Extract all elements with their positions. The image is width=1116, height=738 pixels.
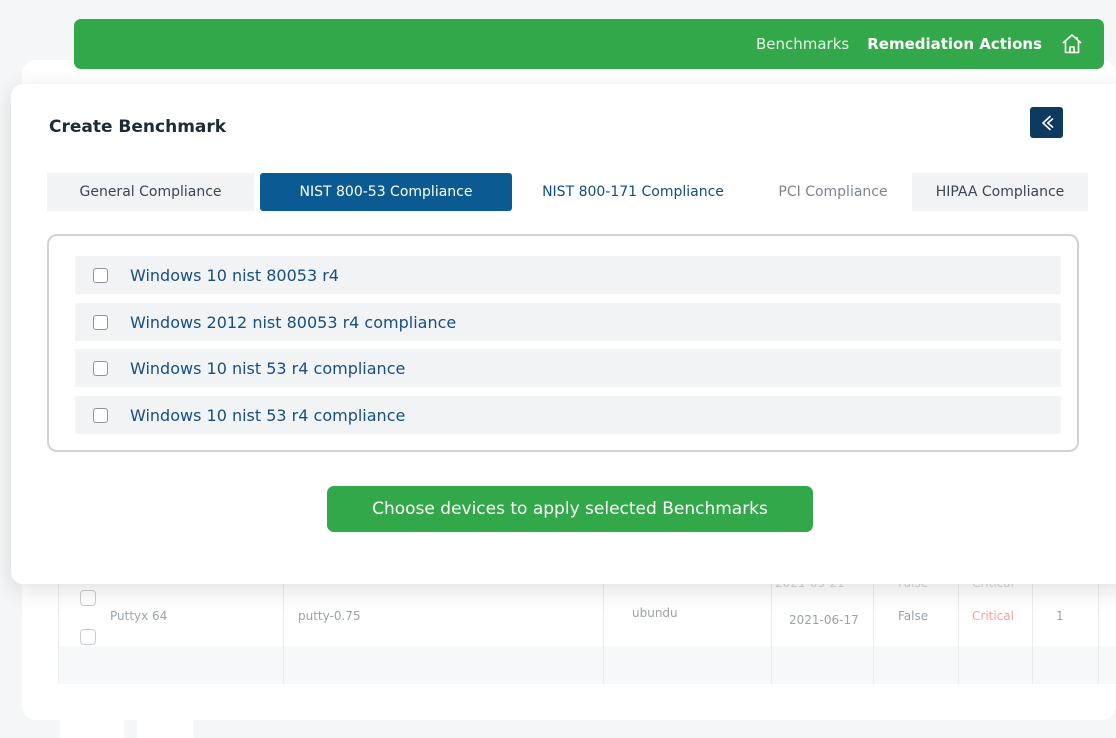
collapse-panel-button[interactable] [1030, 107, 1063, 138]
benchmark-checkbox[interactable] [93, 267, 108, 283]
column-divider [873, 584, 874, 684]
benchmark-checkbox[interactable] [93, 314, 108, 330]
table-cell-name: Puttyx 64 [110, 609, 168, 623]
benchmark-checkbox[interactable] [93, 407, 108, 423]
benchmark-label: Windows 10 nist 53 r4 compliance [130, 358, 406, 378]
top-navigation-bar: Benchmarks Remediation Actions [74, 19, 1104, 69]
table-cell-os: ubundu [632, 606, 678, 620]
chevron-left-icon [1041, 115, 1053, 130]
benchmark-list: Windows 10 nist 80053 r4 Windows 2012 ni… [47, 234, 1079, 452]
list-item[interactable]: Windows 2012 nist 80053 r4 compliance [75, 303, 1061, 341]
column-divider [58, 584, 59, 684]
table-cell-package: putty-0.75 [298, 609, 361, 623]
home-icon[interactable] [1060, 32, 1084, 56]
tab-pci-compliance[interactable]: PCI Compliance [754, 173, 912, 211]
nav-remediation-actions-link[interactable]: Remediation Actions [867, 35, 1042, 53]
column-divider [603, 584, 604, 684]
modal-title: Create Benchmark [49, 117, 227, 137]
tab-nist-800-53-compliance[interactable]: NIST 800-53 Compliance [260, 173, 512, 211]
benchmark-label: Windows 2012 nist 80053 r4 compliance [130, 312, 457, 332]
background-pagination-tab [60, 720, 124, 738]
benchmark-label: Windows 10 nist 80053 r4 [130, 265, 339, 285]
row-checkbox[interactable] [80, 629, 96, 645]
tab-hipaa-compliance[interactable]: HIPAA Compliance [912, 173, 1088, 211]
column-divider [771, 584, 772, 684]
table-cell-count: 1 [1056, 609, 1064, 623]
list-item[interactable]: Windows 10 nist 53 r4 compliance [75, 349, 1061, 387]
row-checkbox[interactable] [80, 590, 96, 606]
table-cell-flag: False [898, 609, 929, 623]
list-item[interactable]: Windows 10 nist 53 r4 compliance [75, 396, 1061, 434]
table-cell-severity: Critical [972, 609, 1014, 623]
compliance-tabs: General Compliance NIST 800-53 Complianc… [47, 173, 1088, 211]
nav-benchmarks-link[interactable]: Benchmarks [756, 35, 849, 53]
choose-devices-button[interactable]: Choose devices to apply selected Benchma… [327, 486, 813, 532]
column-divider [958, 584, 959, 684]
list-item[interactable]: Windows 10 nist 80053 r4 [75, 256, 1061, 294]
benchmark-label: Windows 10 nist 53 r4 compliance [130, 405, 406, 425]
table-cell-date: 2021-06-17 [789, 613, 859, 627]
tab-general-compliance[interactable]: General Compliance [47, 173, 254, 211]
background-table: 2021-05-21 False Critical Puttyx 64 putt… [58, 576, 1116, 684]
tab-nist-800-171-compliance[interactable]: NIST 800-171 Compliance [512, 173, 754, 211]
benchmark-checkbox[interactable] [93, 360, 108, 376]
background-pagination-tab [137, 720, 193, 738]
column-divider [1098, 584, 1099, 684]
column-divider [1032, 584, 1033, 684]
column-divider [283, 584, 284, 684]
create-benchmark-modal: Create Benchmark General Compliance NIST… [11, 84, 1116, 584]
